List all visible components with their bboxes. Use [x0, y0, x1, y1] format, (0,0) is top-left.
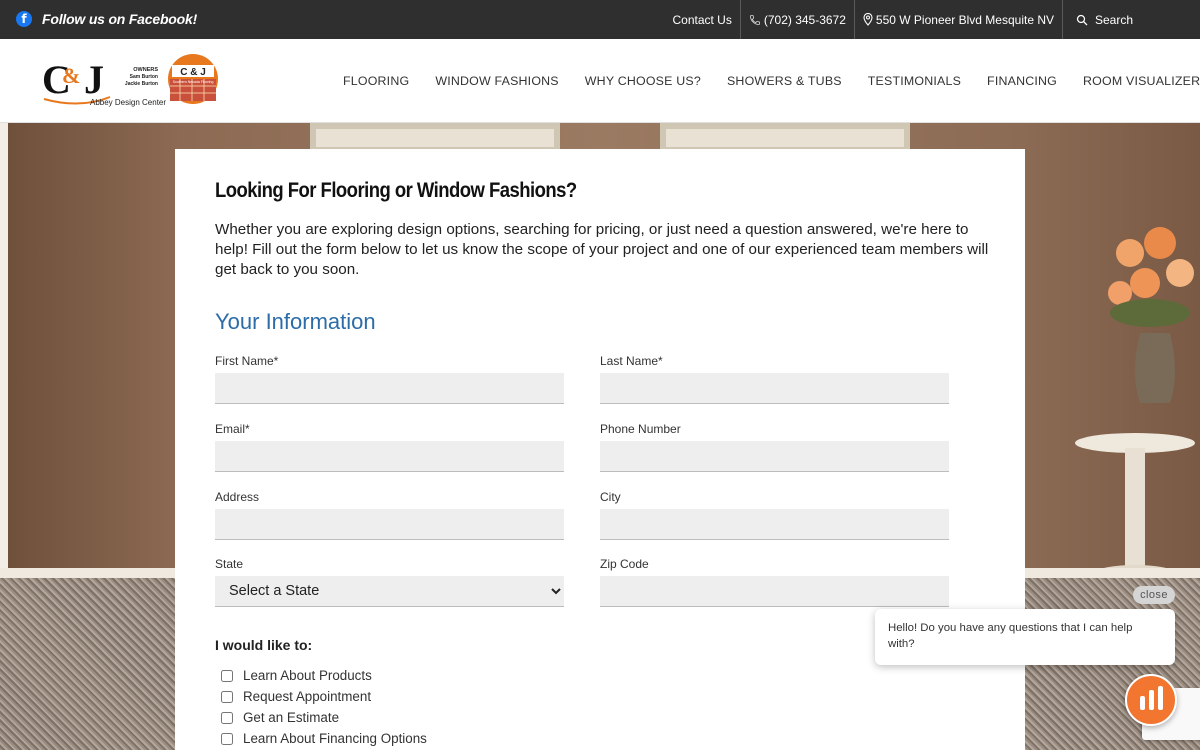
phone-number: (702) 345-3672: [763, 12, 846, 27]
email-group: Email*: [215, 422, 564, 472]
chat-bars-icon: [1139, 696, 1145, 710]
first-name-group: First Name*: [215, 354, 564, 404]
interest-option[interactable]: Get an Estimate: [221, 707, 427, 728]
zip-group: Zip Code: [600, 557, 949, 607]
address-input[interactable]: [215, 509, 564, 540]
svg-text:J: J: [84, 57, 104, 102]
first-name-input[interactable]: [215, 373, 564, 404]
side-table: [1075, 433, 1195, 581]
last-name-input[interactable]: [600, 373, 949, 404]
interest-option-label: Request Appointment: [243, 689, 372, 704]
email-input[interactable]: [215, 441, 564, 472]
facebook-icon: f: [16, 11, 32, 27]
interest-checkbox[interactable]: [221, 669, 233, 682]
search-icon: [1076, 14, 1088, 25]
chat-bars-icon: [1157, 686, 1163, 710]
nav-item-room-visualizer[interactable]: ROOM VISUALIZER: [1070, 74, 1200, 88]
email-label: Email*: [215, 422, 250, 436]
nav-item-flooring[interactable]: FLOORING: [330, 74, 422, 88]
top-links: Contact Us (702) 345-3672 550 W Pioneer …: [664, 0, 1200, 39]
logo-owners-title: OWNERS: [133, 67, 158, 73]
interest-label: I would like to:: [215, 637, 313, 653]
interest-option-label: Learn About Financing Options: [243, 731, 427, 746]
last-name-group: Last Name*: [600, 354, 949, 404]
form-intro: Whether you are exploring design options…: [215, 221, 989, 278]
logo-caption: Abbey Design Center: [90, 98, 166, 107]
phone-group: Phone Number: [600, 422, 949, 472]
interest-checkbox[interactable]: [221, 690, 233, 703]
interest-option[interactable]: Request Appointment: [221, 686, 427, 707]
state-label: State: [215, 557, 244, 571]
facebook-link[interactable]: f Follow us on Facebook!: [16, 11, 197, 27]
logo-owner-2: Jackie Burton: [125, 81, 158, 87]
main-nav: FLOORING WINDOW FASHIONS WHY CHOOSE US? SHO…: [330, 39, 1200, 123]
phone-label: Phone Number: [600, 422, 681, 436]
form-heading: Looking For Flooring or Window Fashions?: [215, 179, 577, 202]
interest-checkbox[interactable]: [221, 732, 233, 745]
phone-link[interactable]: (702) 345-3672: [739, 0, 854, 39]
contact-us-label: Contact Us: [672, 12, 732, 27]
phone-input[interactable]: [600, 441, 949, 472]
state-select[interactable]: Select a State: [215, 576, 564, 607]
chat-bars-icon: [1148, 690, 1154, 710]
facebook-label: Follow us on Facebook!: [42, 11, 198, 27]
address-label: Address: [215, 490, 260, 504]
interest-checkbox[interactable]: [221, 711, 233, 724]
logo-badge: C & J: [180, 67, 206, 78]
flower-vase: [1108, 227, 1194, 403]
section-title: Your Information: [215, 309, 376, 334]
search-label: Search: [1095, 12, 1134, 27]
chat-message[interactable]: Hello! Do you have any questions that I …: [875, 609, 1175, 665]
interest-option-label: Learn About Products: [243, 668, 372, 683]
interest-options: Learn About Products Request Appointment G…: [221, 665, 427, 749]
chat-close-button[interactable]: close: [1133, 586, 1175, 604]
interest-option[interactable]: Learn About Financing Options: [221, 728, 427, 749]
address-link[interactable]: 550 W Pioneer Blvd Mesquite NV: [853, 0, 1062, 39]
city-input[interactable]: [600, 509, 949, 540]
zip-input[interactable]: [600, 576, 949, 607]
phone-icon: [749, 14, 760, 25]
map-pin-icon: [863, 13, 873, 26]
nav-item-window-fashions[interactable]: WINDOW FASHIONS: [422, 74, 571, 88]
first-name-label: First Name*: [215, 354, 279, 368]
site-header: C & J OWNERS Sam Burton Jackie Burton Ab…: [0, 39, 1200, 123]
company-logo[interactable]: C & J OWNERS Sam Burton Jackie Burton Ab…: [40, 53, 220, 109]
nav-item-testimonials[interactable]: TESTIMONIALS: [855, 74, 974, 88]
contact-us-link[interactable]: Contact Us: [664, 0, 739, 39]
zip-label: Zip Code: [600, 557, 649, 571]
interest-option[interactable]: Learn About Products: [221, 665, 427, 686]
nav-item-showers-tubs[interactable]: SHOWERS & TUBS: [714, 74, 855, 88]
chat-launcher-button[interactable]: [1125, 674, 1177, 726]
city-group: City: [600, 490, 949, 540]
interest-option-label: Get an Estimate: [243, 710, 340, 725]
address-group: Address: [215, 490, 564, 540]
nav-item-why-choose-us[interactable]: WHY CHOOSE US?: [572, 74, 714, 88]
city-label: City: [600, 490, 621, 504]
search-button[interactable]: Search: [1062, 0, 1200, 39]
last-name-label: Last Name*: [600, 354, 663, 368]
top-bar: f Follow us on Facebook! Contact Us (702…: [0, 0, 1200, 39]
nav-item-financing[interactable]: FINANCING: [974, 74, 1070, 88]
logo-badge-sub: Southern Nevada Flooring: [173, 80, 214, 84]
logo-owner-1: Sam Burton: [130, 74, 158, 80]
state-group: State Select a State: [215, 557, 564, 607]
address-text: 550 W Pioneer Blvd Mesquite NV: [875, 12, 1054, 27]
svg-text:&: &: [62, 63, 80, 88]
